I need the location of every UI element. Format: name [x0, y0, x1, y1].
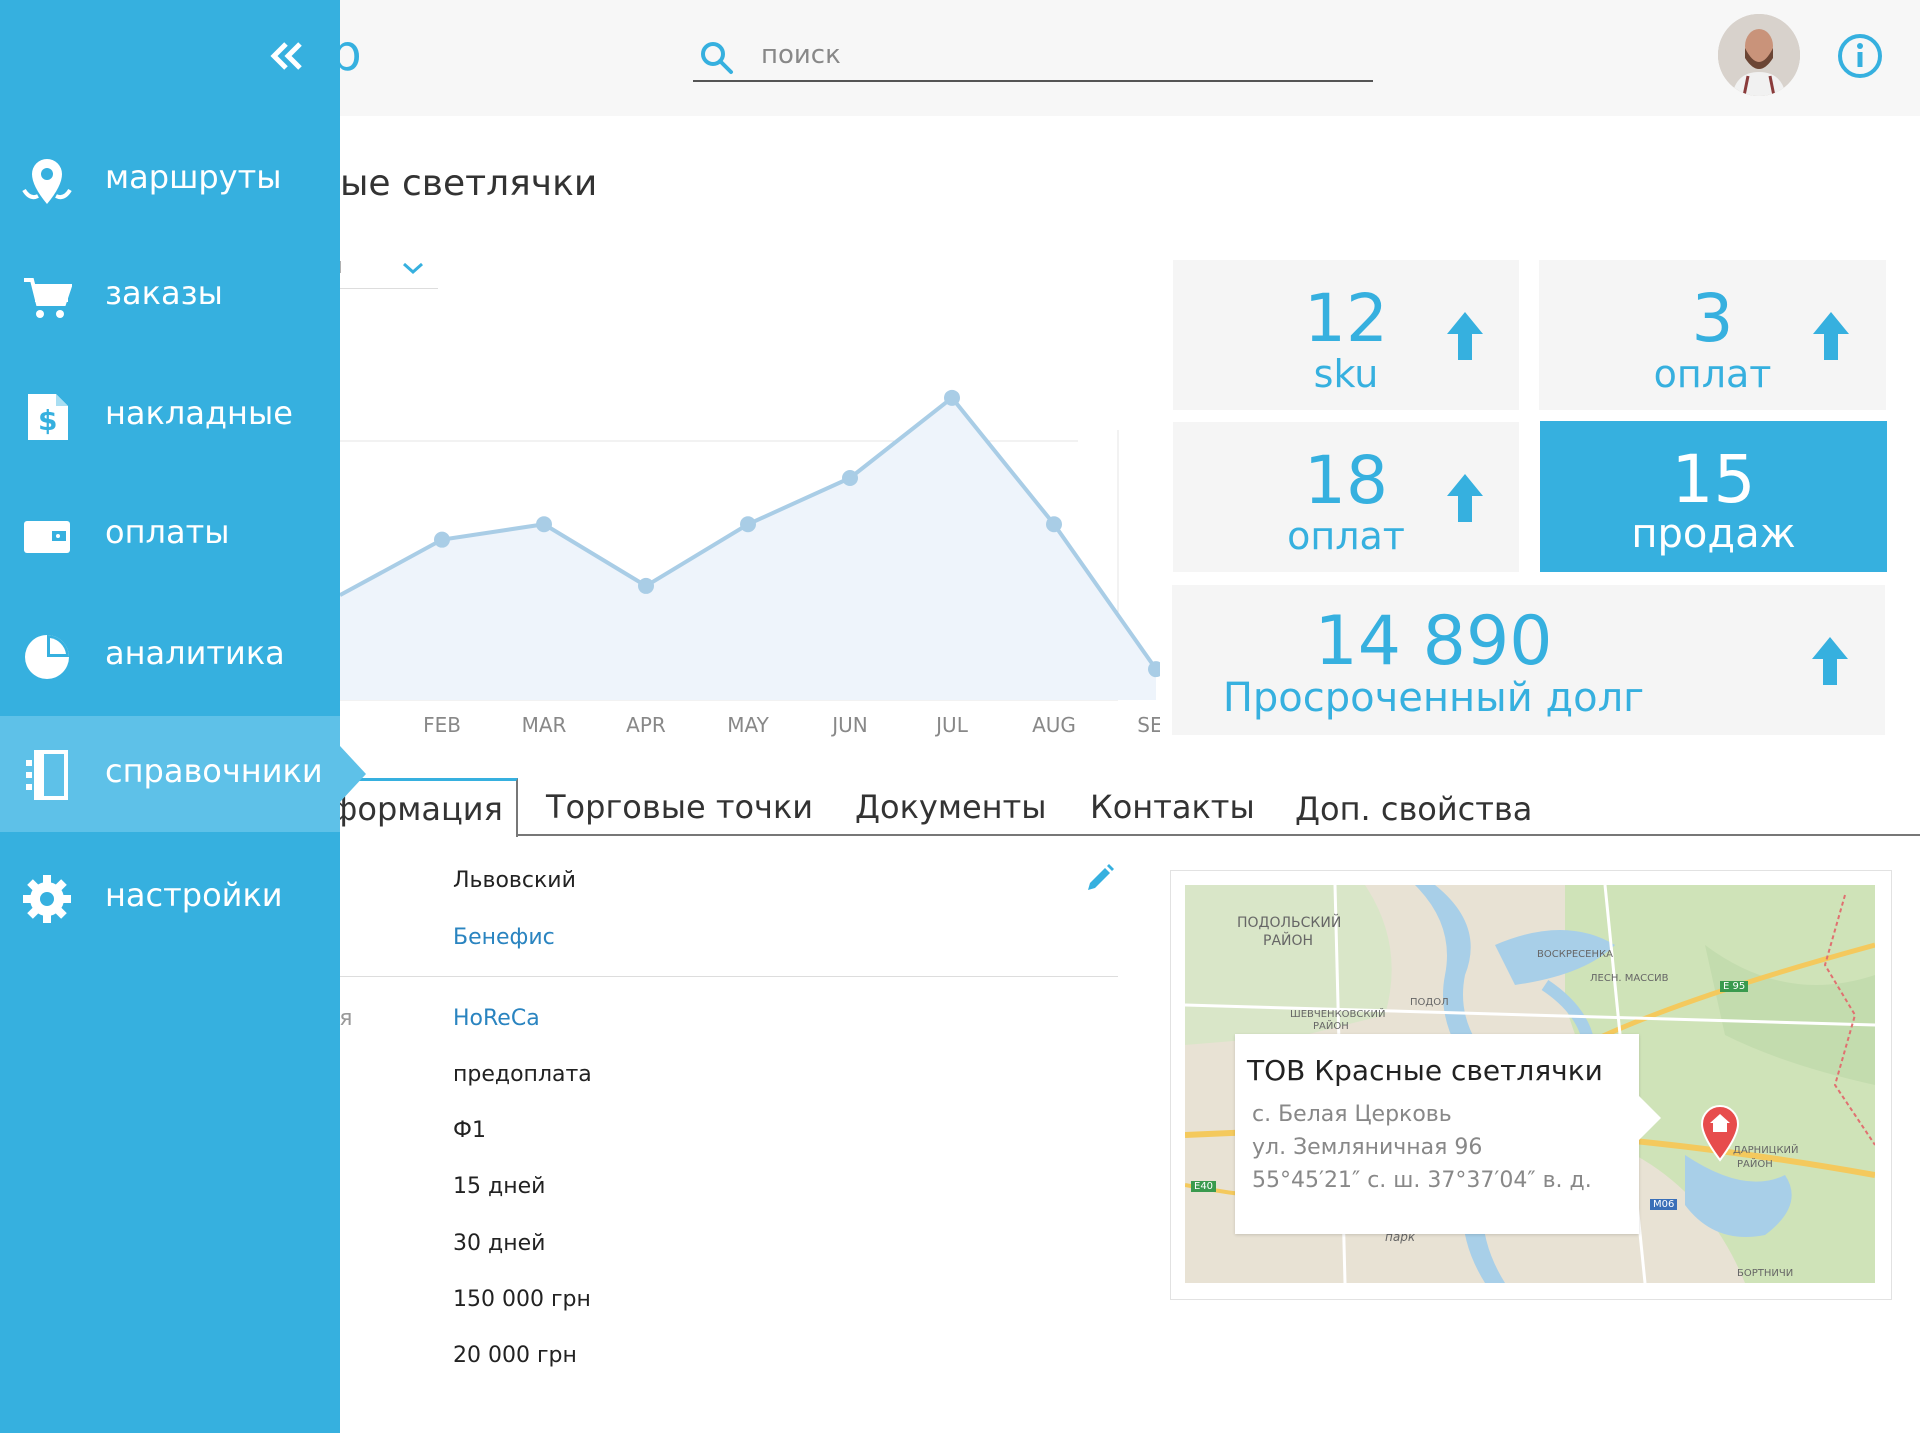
map-label: РАЙОН — [1263, 933, 1314, 949]
chart-point — [740, 516, 756, 533]
search-icon[interactable] — [697, 38, 737, 78]
search-box[interactable] — [693, 28, 1373, 82]
route-pin-icon — [22, 159, 72, 204]
info-value: 20 000 грн — [453, 1343, 577, 1368]
map-label: ДАРНИЦКИЙ — [1733, 1145, 1799, 1156]
sidebar-item-settings[interactable]: настройки — [0, 840, 340, 956]
x-tick-label: APR — [626, 713, 666, 737]
info-value: 150 000 грн — [453, 1287, 591, 1312]
map-label: ВОСКРЕСЕНКА — [1537, 949, 1613, 960]
sidebar-item-label: оплаты — [105, 513, 230, 551]
tab-trade-points[interactable]: Торговые точки — [546, 788, 813, 826]
info-value: Львовский — [453, 868, 576, 893]
sidebar-item-routes[interactable]: маршруты — [0, 122, 340, 238]
wallet-icon — [24, 521, 70, 553]
stat-card-payments-2[interactable]: 18 оплат — [1173, 422, 1519, 572]
period-select[interactable]: н — [328, 252, 438, 289]
sidebar-item-label: маршруты — [105, 158, 282, 196]
chart-point — [434, 531, 450, 548]
sidebar-item-label: заказы — [105, 274, 223, 312]
chart-point — [842, 470, 858, 486]
map-label: ПОДОЛ — [1410, 997, 1449, 1008]
chart-area — [340, 397, 1156, 700]
sidebar-item-invoices[interactable]: $ накладные — [0, 358, 340, 474]
map-pin-icon[interactable] — [1698, 1104, 1742, 1162]
sidebar-item-payments[interactable]: оплаты — [0, 477, 340, 593]
sidebar-item-orders[interactable]: заказы — [0, 238, 340, 354]
tab-documents[interactable]: Документы — [855, 788, 1047, 826]
chevron-down-icon[interactable] — [400, 258, 426, 278]
sidebar-item-label: аналитика — [105, 634, 285, 672]
map-popup: ТОВ Красные светлячки с. Белая Церковь у… — [1235, 1034, 1661, 1234]
chart-point — [1046, 516, 1062, 533]
stat-card-overdue-debt[interactable]: 14 890 Просроченный долг — [1172, 585, 1885, 735]
map-label: E 95 — [1720, 981, 1749, 992]
page-title: ые светлячки — [340, 163, 598, 204]
x-tick-label: JUL — [934, 713, 969, 737]
book-icon — [26, 750, 68, 800]
info-value: Ф1 — [453, 1118, 486, 1143]
sidebar: маршруты заказы $ накладные оплаты анали… — [0, 0, 366, 1433]
arrow-up-icon — [1447, 474, 1483, 522]
x-tick-label: MAR — [522, 713, 567, 737]
tab-contacts[interactable]: Контакты — [1090, 788, 1255, 826]
stat-card-sku[interactable]: 12 sku — [1173, 260, 1519, 410]
info-link[interactable]: HoReCa — [453, 1006, 540, 1031]
stat-card-sales[interactable]: 15 продаж — [1540, 421, 1887, 572]
invoice-icon: $ — [28, 394, 68, 440]
info-link[interactable]: Бенефис — [453, 925, 555, 950]
stat-label: Просроченный долг — [1222, 675, 1645, 721]
tab-extra-properties[interactable]: Доп. свойства — [1295, 790, 1532, 828]
sidebar-item-label: накладные — [105, 394, 293, 432]
sidebar-item-directories[interactable]: справочники — [0, 716, 366, 832]
arrow-up-icon — [1812, 637, 1848, 685]
pie-chart-icon — [25, 635, 69, 679]
chart-point — [944, 389, 960, 406]
info-value: 15 дней — [453, 1174, 546, 1199]
popup-street: ул. Земляничная 96 — [1252, 1135, 1483, 1160]
arrow-up-icon — [1447, 312, 1483, 360]
map-label: M06 — [1650, 1199, 1678, 1210]
sidebar-item-label: справочники — [105, 752, 323, 790]
info-value: 30 дней — [453, 1231, 546, 1256]
map-label: ШЕВЧЕНКОВСКИЙ — [1290, 1009, 1386, 1020]
info-value: предоплата — [453, 1062, 592, 1087]
stat-value: 14 890 — [1314, 602, 1553, 681]
x-tick-label: FEB — [423, 713, 461, 737]
map-label: ПОДОЛЬСКИЙ — [1237, 915, 1342, 931]
sidebar-item-analytics[interactable]: аналитика — [0, 598, 340, 714]
map-label: РАЙОН — [1737, 1159, 1773, 1170]
double-chevron-left-icon[interactable] — [266, 36, 306, 76]
divider — [340, 976, 1118, 977]
x-tick-label: MAY — [727, 713, 769, 737]
user-photo-icon — [1718, 14, 1800, 96]
x-tick-label: JUN — [830, 713, 868, 737]
chart-point — [536, 516, 552, 533]
info-icon[interactable] — [1836, 32, 1884, 80]
map-label: РАЙОН — [1313, 1021, 1349, 1032]
map-label: БОРТНИЧИ — [1737, 1268, 1794, 1279]
stat-label: продаж — [1631, 511, 1796, 557]
map-label: ЛЕСН. МАССИВ — [1590, 973, 1669, 984]
search-input[interactable] — [759, 34, 1363, 76]
stat-card-payments[interactable]: 3 оплат — [1539, 260, 1886, 410]
stat-value: 15 — [1671, 441, 1756, 518]
popup-city: с. Белая Церковь — [1252, 1102, 1452, 1127]
map-label: E40 — [1191, 1181, 1217, 1192]
chart-point — [638, 577, 654, 594]
arrow-up-icon — [1813, 312, 1849, 360]
x-tick-label: AUG — [1032, 713, 1076, 737]
gear-icon — [23, 875, 71, 923]
sales-chart: FEBMARAPRMAYJUNJULAUGSEP — [300, 389, 1160, 737]
avatar[interactable] — [1718, 14, 1800, 96]
sidebar-item-label: настройки — [105, 876, 283, 914]
pencil-edit-icon[interactable] — [1084, 862, 1116, 894]
cart-icon — [24, 278, 72, 318]
popup-title: ТОВ Красные светлячки — [1247, 1054, 1603, 1087]
popup-coordinates: 55°45′21″ с. ш. 37°37′04″ в. д. — [1252, 1168, 1592, 1193]
svg-text:$: $ — [38, 404, 57, 437]
